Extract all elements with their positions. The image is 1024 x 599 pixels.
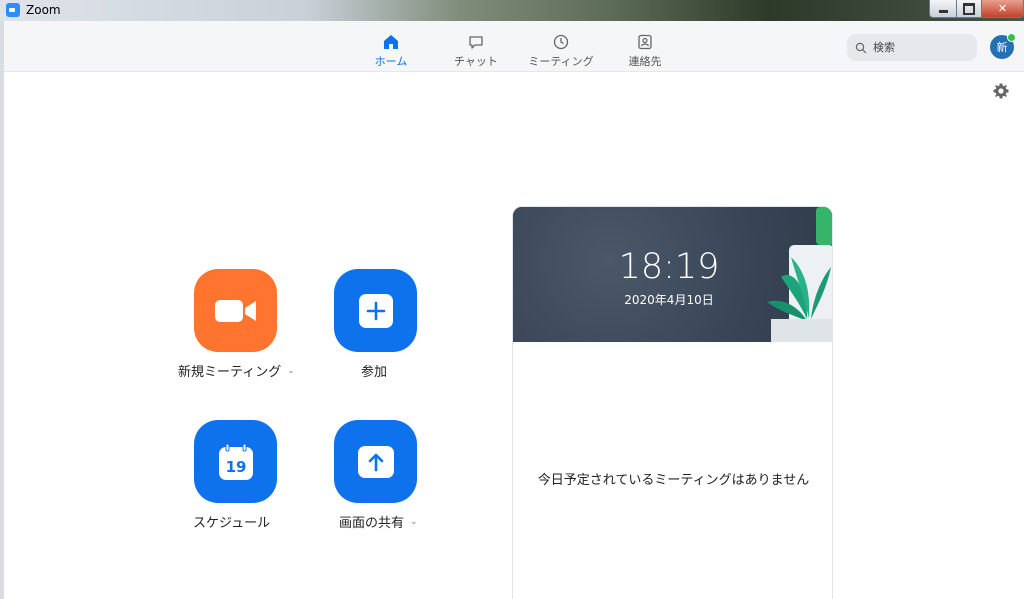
upcoming-meetings-card: 18:19 2020年4月10日 今日予定されているミーティングはありません [512, 206, 833, 599]
share-screen-text: 画面の共有 [339, 516, 405, 531]
search-icon [855, 42, 867, 53]
tab-chat[interactable]: チャット [450, 33, 502, 69]
tab-home[interactable]: ホーム [368, 33, 414, 69]
join-label[interactable]: 参加 [361, 361, 387, 380]
avatar-text: 新 [996, 41, 1008, 54]
plant-illustration [767, 207, 832, 342]
upload-arrow-icon [357, 445, 394, 478]
tab-contacts[interactable]: 連絡先 [622, 33, 668, 69]
card-header: 18:19 2020年4月10日 [513, 207, 832, 342]
share-screen-button[interactable] [334, 420, 417, 503]
top-nav: ホーム チャット ミーティング 連絡先 新 [4, 21, 1024, 72]
minimize-button[interactable] [929, 0, 957, 18]
avatar[interactable]: 新 [990, 33, 1016, 59]
share-screen-label[interactable]: 画面の共有 ⌄ [339, 512, 418, 531]
tab-meeting[interactable]: ミーティング [522, 33, 600, 69]
calendar-icon: 19 [218, 443, 253, 480]
tab-chat-label: チャット [454, 55, 498, 68]
search-box[interactable] [847, 34, 977, 61]
join-button[interactable] [334, 269, 417, 352]
chevron-down-icon[interactable]: ⌄ [287, 366, 295, 376]
zoom-logo-icon [6, 3, 20, 17]
maximize-button[interactable] [956, 0, 982, 18]
contacts-icon [638, 34, 652, 50]
new-meeting-text: 新規ミーティング [178, 365, 282, 380]
online-status-dot [1007, 33, 1016, 42]
schedule-button[interactable]: 19 [194, 420, 277, 503]
no-meetings-message: 今日予定されているミーティングはありません [537, 473, 810, 488]
search-input[interactable] [873, 41, 973, 54]
video-camera-icon [214, 299, 256, 322]
title-bar: Zoom [0, 0, 1024, 21]
new-meeting-button[interactable] [194, 269, 277, 352]
chevron-down-icon[interactable]: ⌄ [410, 517, 418, 527]
tab-contacts-label: 連絡先 [628, 55, 662, 68]
schedule-label[interactable]: スケジュール [193, 512, 270, 531]
tab-home-label: ホーム [374, 55, 408, 68]
plus-icon [358, 293, 393, 328]
home-icon [384, 35, 398, 49]
close-button[interactable] [981, 0, 1024, 18]
new-meeting-label[interactable]: 新規ミーティング ⌄ [178, 361, 295, 380]
clock-icon [553, 34, 569, 50]
window-title: Zoom [26, 3, 61, 17]
chat-icon [469, 36, 483, 49]
calendar-day: 19 [225, 458, 246, 476]
gear-icon[interactable] [992, 82, 1010, 100]
tab-meeting-label: ミーティング [528, 55, 594, 68]
